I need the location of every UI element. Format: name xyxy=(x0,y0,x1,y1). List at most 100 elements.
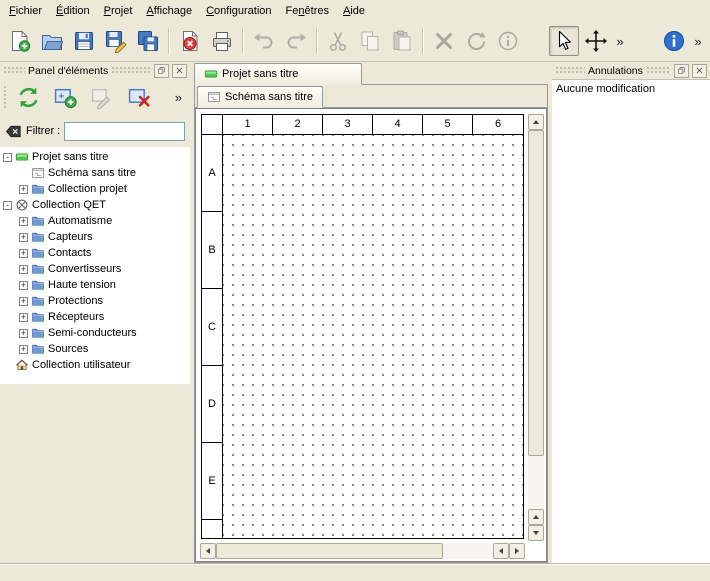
undo-button[interactable] xyxy=(249,26,279,56)
pan-mode-button[interactable] xyxy=(581,26,611,56)
tree-item-label: Automatisme xyxy=(48,215,112,227)
scroll-left-button[interactable] xyxy=(200,543,216,559)
horizontal-scroll-thumb[interactable] xyxy=(216,543,443,559)
dock-grip[interactable] xyxy=(646,66,671,75)
dock-grip[interactable] xyxy=(555,66,585,75)
menu-fichier[interactable]: Fichier xyxy=(2,3,49,19)
column-label: 1 xyxy=(223,115,273,134)
row-ruler-filler xyxy=(202,520,222,538)
cut-button[interactable] xyxy=(323,26,353,56)
tree-expander[interactable]: + xyxy=(19,281,28,290)
tree-item[interactable]: + Protections xyxy=(0,293,190,309)
save-button[interactable] xyxy=(69,26,99,56)
info-blue-icon xyxy=(662,29,686,53)
scroll-down-button[interactable] xyxy=(528,525,544,541)
tree-item[interactable]: + Récepteurs xyxy=(0,309,190,325)
toolbar-handle[interactable] xyxy=(3,85,8,109)
delete-element-button[interactable] xyxy=(122,81,156,113)
cut-icon xyxy=(326,29,350,53)
close-elements-panel-button[interactable] xyxy=(172,64,187,78)
menu-aide[interactable]: Aide xyxy=(336,3,372,19)
undo-list-item[interactable]: Aucune modification xyxy=(554,82,708,96)
tree-expander[interactable]: + xyxy=(19,233,28,242)
delete-button[interactable] xyxy=(429,26,459,56)
horizontal-scroll-track[interactable] xyxy=(216,543,493,559)
properties-button[interactable] xyxy=(493,26,523,56)
tree-expander[interactable]: + xyxy=(19,345,28,354)
tree-item[interactable]: + Capteurs xyxy=(0,229,190,245)
tree-item[interactable]: + Contacts xyxy=(0,245,190,261)
ruler-corner xyxy=(202,115,223,134)
tree-expander[interactable]: + xyxy=(19,297,28,306)
save-as-button[interactable] xyxy=(101,26,131,56)
tree-item[interactable]: - Collection QET xyxy=(0,197,190,213)
edit-element-button[interactable] xyxy=(85,81,119,113)
vertical-scrollbar[interactable] xyxy=(528,114,544,541)
rotate-button[interactable] xyxy=(461,26,491,56)
paste-button[interactable] xyxy=(387,26,417,56)
rotate-icon xyxy=(464,29,488,53)
redo-button[interactable] xyxy=(281,26,311,56)
tree-expander[interactable]: - xyxy=(3,201,12,210)
project-tab-label: Projet sans titre xyxy=(222,68,298,80)
print-button[interactable] xyxy=(207,26,237,56)
tree-item[interactable]: Schéma sans titre xyxy=(0,165,190,181)
filter-input[interactable] xyxy=(64,122,185,141)
schema-tab[interactable]: Schéma sans titre xyxy=(197,86,323,108)
tree-expander[interactable]: - xyxy=(3,153,12,162)
horizontal-scrollbar[interactable] xyxy=(200,543,525,559)
select-mode-button[interactable] xyxy=(549,26,579,56)
tree-expander[interactable]: + xyxy=(19,265,28,274)
tree-expander[interactable]: + xyxy=(19,329,28,338)
menu-affichage[interactable]: Affichage xyxy=(139,3,199,19)
tree-expander[interactable]: + xyxy=(19,249,28,258)
schema-canvas[interactable] xyxy=(223,135,523,538)
elements-panel-title: Panel d'éléments xyxy=(28,65,108,77)
tree-item-label: Récepteurs xyxy=(48,311,104,323)
about-button[interactable] xyxy=(659,26,689,56)
copy-button[interactable] xyxy=(355,26,385,56)
vertical-scroll-thumb[interactable] xyxy=(528,130,544,456)
panel-toolbar-overflow-button[interactable]: » xyxy=(170,90,187,105)
dock-grip[interactable] xyxy=(111,66,151,75)
open-project-button[interactable] xyxy=(37,26,67,56)
close-undo-panel-button[interactable] xyxy=(692,64,707,78)
menu-fenetres[interactable]: Fenêtres xyxy=(279,3,336,19)
tree-item[interactable]: - Projet sans titre xyxy=(0,149,190,165)
project-tab[interactable]: Projet sans titre xyxy=(194,63,362,85)
tree-expander[interactable]: + xyxy=(19,217,28,226)
menu-configuration[interactable]: Configuration xyxy=(199,3,278,19)
scroll-up-button[interactable] xyxy=(528,114,544,130)
close-file-button[interactable] xyxy=(175,26,205,56)
schema-icon xyxy=(31,166,45,180)
element-new-icon xyxy=(53,85,78,110)
menu-edition[interactable]: Édition xyxy=(49,3,97,19)
vertical-scroll-track[interactable] xyxy=(528,130,544,509)
clear-filter-button[interactable] xyxy=(5,123,22,140)
tree-item[interactable]: + Sources xyxy=(0,341,190,357)
scroll-left-button-secondary[interactable] xyxy=(493,543,509,559)
tree-item[interactable]: + Automatisme xyxy=(0,213,190,229)
tree-expander[interactable]: + xyxy=(19,313,28,322)
save-all-button[interactable] xyxy=(133,26,163,56)
scroll-right-button[interactable] xyxy=(509,543,525,559)
new-element-button[interactable] xyxy=(48,81,82,113)
toolbar-overflow-button[interactable]: » xyxy=(612,26,628,56)
scroll-up-button-secondary[interactable] xyxy=(528,509,544,525)
new-document-button[interactable] xyxy=(5,26,35,56)
tree-item[interactable]: + Convertisseurs xyxy=(0,261,190,277)
overflow-label: » xyxy=(694,34,701,49)
tree-item[interactable]: + Collection projet xyxy=(0,181,190,197)
dock-grip[interactable] xyxy=(3,66,25,75)
reload-collections-button[interactable] xyxy=(11,81,45,113)
tree-item[interactable]: + Semi-conducteurs xyxy=(0,325,190,341)
elements-tree: - Projet sans titre Schéma sans titre + … xyxy=(0,147,190,384)
float-undo-panel-button[interactable] xyxy=(674,64,689,78)
float-icon xyxy=(677,66,686,75)
tree-expander[interactable]: + xyxy=(19,185,28,194)
toolbar-overflow-button-right[interactable]: » xyxy=(690,26,706,56)
menu-projet[interactable]: Projet xyxy=(97,3,140,19)
float-elements-panel-button[interactable] xyxy=(154,64,169,78)
tree-item[interactable]: + Haute tension xyxy=(0,277,190,293)
tree-item[interactable]: Collection utilisateur xyxy=(0,357,190,373)
